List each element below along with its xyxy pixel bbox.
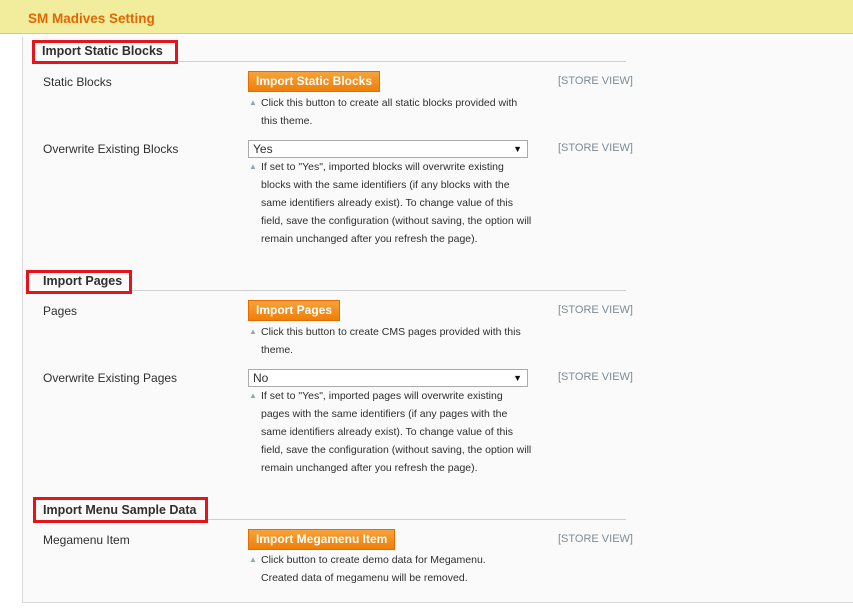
- dropdown-arrow-icon: ▼: [513, 144, 522, 154]
- overwrite-blocks-note: ▲ If set to "Yes", imported blocks will …: [248, 158, 533, 248]
- section-heading-menu: Import Menu Sample Data: [33, 497, 208, 523]
- overwrite-pages-label: Overwrite Existing Pages: [43, 371, 178, 385]
- store-view-scope: [STORE VIEW]: [558, 75, 633, 87]
- static-blocks-label: Static Blocks: [43, 75, 112, 89]
- import-static-blocks-button[interactable]: Import Static Blocks: [248, 71, 381, 92]
- overwrite-blocks-select[interactable]: Yes ▼: [248, 140, 528, 158]
- section-heading-static-blocks: Import Static Blocks: [32, 40, 178, 64]
- dropdown-arrow-icon: ▼: [513, 373, 522, 383]
- section-divider: [132, 290, 626, 291]
- section-header-bar: SM Madives Setting: [0, 0, 853, 34]
- static-blocks-note: ▲ Click this button to create all static…: [248, 94, 533, 130]
- store-view-scope: [STORE VIEW]: [558, 371, 633, 383]
- pages-note: ▲ Click this button to create CMS pages …: [248, 323, 533, 359]
- megamenu-item-label: Megamenu Item: [43, 533, 130, 547]
- import-megamenu-item-button[interactable]: Import Megamenu Item: [248, 529, 396, 550]
- overwrite-pages-select[interactable]: No ▼: [248, 369, 528, 387]
- page-title: SM Madives Setting: [28, 11, 155, 26]
- overwrite-blocks-value: Yes: [253, 142, 273, 156]
- overwrite-pages-value: No: [253, 371, 269, 385]
- note-arrow-icon: ▲: [249, 327, 257, 336]
- section-divider: [178, 61, 626, 62]
- overwrite-blocks-label: Overwrite Existing Blocks: [43, 142, 179, 156]
- section-divider: [208, 519, 626, 520]
- store-view-scope: [STORE VIEW]: [558, 304, 633, 316]
- section-heading-pages: Import Pages: [26, 270, 132, 294]
- note-arrow-icon: ▲: [249, 391, 257, 400]
- import-pages-button[interactable]: Import Pages: [248, 300, 341, 321]
- store-view-scope: [STORE VIEW]: [558, 142, 633, 154]
- store-view-scope: [STORE VIEW]: [558, 533, 633, 545]
- note-arrow-icon: ▲: [249, 162, 257, 171]
- pages-label: Pages: [43, 304, 78, 318]
- overwrite-pages-note: ▲ If set to "Yes", imported pages will o…: [248, 387, 533, 477]
- note-arrow-icon: ▲: [249, 555, 257, 564]
- note-arrow-icon: ▲: [249, 98, 257, 107]
- megamenu-note: ▲ Click button to create demo data for M…: [248, 551, 508, 587]
